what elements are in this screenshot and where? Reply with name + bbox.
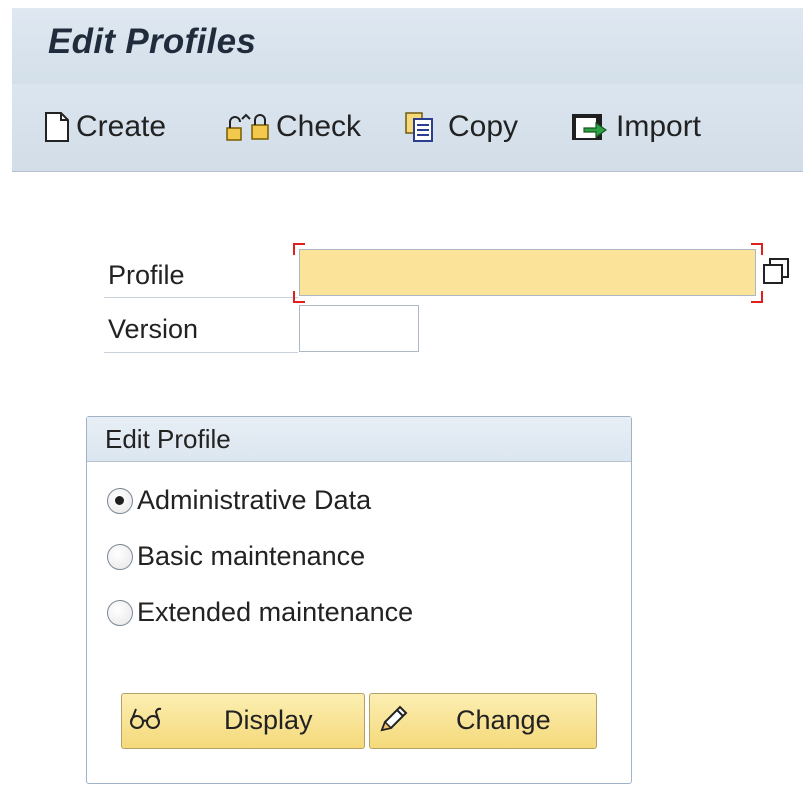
version-input[interactable] <box>299 305 419 352</box>
display-label: Display <box>224 705 313 735</box>
title-bar: Edit Profiles <box>12 8 803 84</box>
pencil-icon <box>376 704 410 741</box>
radio-button-checked[interactable] <box>107 487 133 514</box>
check-objects-icon <box>224 111 272 143</box>
radio-basic-maintenance[interactable]: Basic maintenance <box>107 541 365 572</box>
required-marker <box>293 291 305 303</box>
radio-button[interactable] <box>107 599 133 626</box>
import-icon <box>570 111 612 143</box>
profile-label: Profile <box>104 255 298 298</box>
change-button[interactable]: Change <box>369 693 597 749</box>
application-toolbar: Create Check Copy Import <box>12 84 803 172</box>
required-marker <box>751 291 763 303</box>
radio-label: Administrative Data <box>137 485 372 515</box>
copy-button[interactable]: Copy <box>404 106 518 148</box>
glasses-icon <box>128 704 164 739</box>
import-button[interactable]: Import <box>570 106 701 148</box>
blank-document-icon <box>42 111 72 143</box>
edit-profile-group: Edit Profile Administrative Data Basic m… <box>86 416 632 784</box>
create-button[interactable]: Create <box>42 106 166 148</box>
check-label: Check <box>276 110 362 143</box>
required-marker <box>293 243 305 255</box>
copy-label: Copy <box>448 110 519 143</box>
import-label: Import <box>616 110 702 143</box>
profile-input[interactable] <box>299 249 756 296</box>
radio-label: Basic maintenance <box>137 541 366 571</box>
radio-button[interactable] <box>107 543 133 570</box>
required-marker <box>751 243 763 255</box>
version-label: Version <box>104 309 298 353</box>
page-title: Edit Profiles <box>48 22 257 61</box>
radio-label: Extended maintenance <box>137 597 414 627</box>
copy-documents-icon <box>404 111 444 143</box>
radio-administrative-data[interactable]: Administrative Data <box>107 485 371 516</box>
display-button[interactable]: Display <box>121 693 365 749</box>
check-button[interactable]: Check <box>224 106 361 148</box>
value-help-icon[interactable] <box>760 255 794 289</box>
create-label: Create <box>76 110 167 143</box>
radio-extended-maintenance[interactable]: Extended maintenance <box>107 597 413 628</box>
change-label: Change <box>456 705 551 735</box>
group-title: Edit Profile <box>87 417 631 462</box>
